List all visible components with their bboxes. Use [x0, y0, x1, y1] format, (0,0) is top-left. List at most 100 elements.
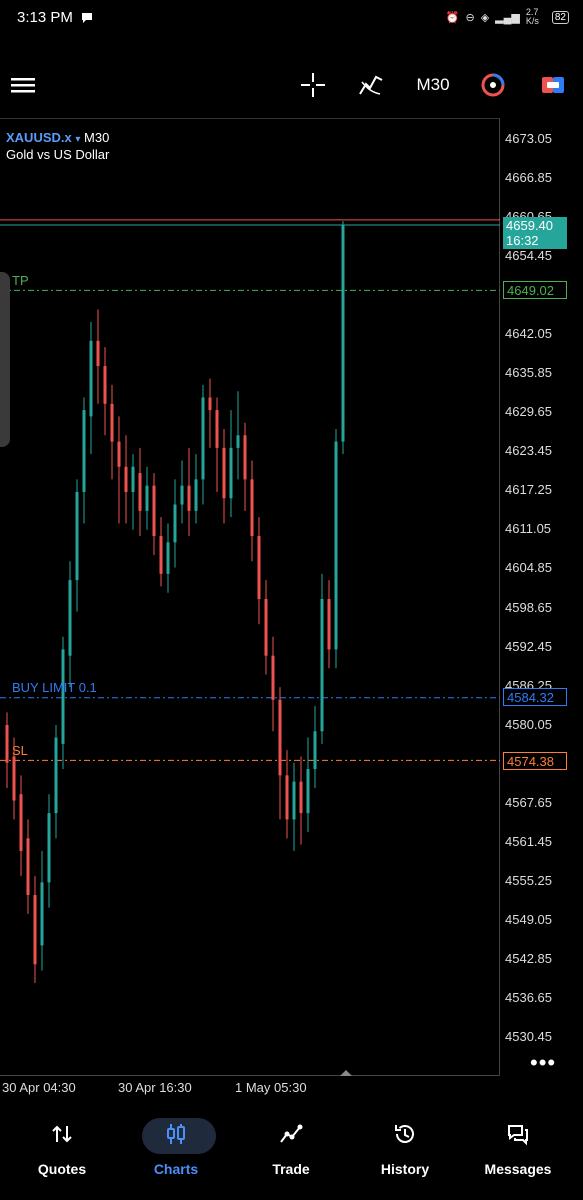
bear-candle — [271, 655, 275, 700]
bull-candle — [145, 485, 149, 511]
bear-candle — [33, 894, 37, 965]
candlesticks-icon — [167, 1124, 185, 1144]
crosshair-icon — [301, 73, 325, 97]
crosshair-button[interactable] — [298, 60, 328, 110]
bull-candle — [334, 441, 338, 650]
bear-candle — [12, 756, 16, 801]
buy-limit-price-tag[interactable]: 4584.32 — [503, 688, 567, 706]
current-price: 4659.40 — [506, 218, 553, 233]
bull-candle — [201, 397, 205, 480]
bear-candle — [26, 838, 30, 895]
indicators-icon — [359, 75, 383, 95]
symbol-description: Gold vs US Dollar — [6, 147, 110, 162]
current-price-tag: 4659.40 16:32 — [503, 217, 567, 249]
price-axis-label: 4542.85 — [505, 950, 552, 966]
nav-history[interactable]: History — [347, 1110, 463, 1200]
nav-label: History — [380, 1161, 430, 1177]
menu-button[interactable] — [8, 60, 38, 110]
trade-panel-button[interactable] — [538, 60, 568, 110]
bear-candle — [299, 781, 303, 814]
time-axis-label: 30 Apr 16:30 — [118, 1080, 192, 1095]
bear-candle — [19, 794, 23, 851]
one-click-trading-button[interactable] — [478, 60, 508, 110]
bear-candle — [222, 447, 226, 499]
price-axis-label: 4567.65 — [505, 794, 552, 810]
bear-candle — [327, 599, 331, 650]
nav-charts[interactable]: Charts — [118, 1110, 234, 1200]
price-axis-label: 4604.85 — [505, 560, 552, 576]
price-axis-label: 4598.65 — [505, 599, 552, 615]
tp-price-tag[interactable]: 4649.02 — [503, 281, 567, 299]
chart-symbol[interactable]: XAUUSD.x ▾ M30 — [6, 130, 109, 145]
chat-notification-icon — [82, 13, 92, 23]
candlestick-plot[interactable] — [0, 118, 500, 1076]
nav-label: Charts — [153, 1161, 199, 1177]
bull-candle — [292, 781, 296, 820]
bear-candle — [250, 479, 254, 537]
buy-limit-line-label: BUY LIMIT 0.1 — [12, 680, 97, 695]
price-axis-label: 4561.45 — [505, 833, 552, 849]
nav-trade[interactable]: Trade — [233, 1110, 349, 1200]
one-click-trading-icon — [481, 73, 505, 97]
battery-level: 82 — [551, 10, 569, 24]
price-axis-label: 4555.25 — [505, 872, 552, 888]
price-axis-label: 4642.05 — [505, 326, 552, 342]
bear-candle — [159, 536, 163, 574]
price-axis-label: 4623.45 — [505, 443, 552, 459]
side-panel-handle[interactable] — [0, 272, 10, 447]
nav-messages[interactable]: Messages — [460, 1110, 576, 1200]
bear-candle — [264, 599, 268, 656]
bear-candle — [208, 397, 212, 411]
bull-candle — [194, 479, 198, 511]
bar-countdown: 16:32 — [506, 233, 539, 248]
wifi-icon: ◈ — [480, 11, 490, 24]
sl-line-label: SL — [12, 743, 28, 758]
bear-candle — [110, 403, 114, 442]
bear-candle — [285, 775, 289, 820]
more-options-icon[interactable]: ••• — [530, 1050, 556, 1076]
bear-candle — [117, 441, 121, 467]
price-axis-label: 4629.65 — [505, 404, 552, 420]
price-axis-label: 4611.05 — [505, 521, 552, 537]
bull-candle — [131, 466, 135, 492]
nav-quotes[interactable]: Quotes — [4, 1110, 120, 1200]
nav-label: Quotes — [37, 1161, 87, 1177]
symbol-dropdown-icon: ▾ — [75, 134, 81, 145]
price-axis-label: 4654.45 — [505, 248, 552, 264]
bear-candle — [5, 724, 9, 763]
price-axis-label: 4580.05 — [505, 716, 552, 732]
arrows-updown-icon — [52, 1125, 72, 1143]
bear-candle — [124, 466, 128, 492]
bull-candle — [306, 769, 310, 814]
bear-candle — [257, 536, 261, 600]
price-axis-label: 4530.45 — [505, 1029, 552, 1044]
bull-candle — [229, 447, 233, 499]
indicators-button[interactable] — [356, 60, 386, 110]
bear-candle — [215, 410, 219, 448]
timeframe-button[interactable]: M30 — [412, 60, 454, 110]
bull-candle — [180, 485, 184, 505]
bull-candle — [40, 882, 44, 946]
price-axis-label: 4617.25 — [505, 482, 552, 498]
signal-icon: ▂▄▆ — [495, 11, 520, 24]
symbol-timeframe: M30 — [84, 130, 110, 145]
bull-candle — [68, 580, 72, 656]
bull-candle — [54, 737, 58, 814]
bull-candle — [341, 224, 345, 442]
bear-candle — [96, 340, 100, 367]
status-bar: 3:13 PM ⏰ ⊖ ◈ ▂▄▆ 2.7 K/s 82 — [0, 0, 583, 38]
sl-price-tag[interactable]: 4574.38 — [503, 752, 567, 770]
nav-label: Messages — [484, 1161, 552, 1177]
bear-candle — [138, 473, 142, 511]
price-axis-label: 4635.85 — [505, 365, 552, 381]
messages-icon — [508, 1125, 528, 1146]
price-axis-label: 4549.05 — [505, 911, 552, 927]
bull-candle — [320, 599, 324, 732]
bear-candle — [187, 485, 191, 511]
net-speed: 2.7 K/s — [525, 7, 539, 26]
scroll-to-end-icon[interactable] — [340, 1068, 352, 1076]
bear-candle — [243, 435, 247, 480]
price-axis-label: 4673.05 — [505, 131, 552, 146]
dnd-icon: ⊖ — [465, 11, 475, 24]
price-axis-label: 4536.65 — [505, 989, 552, 1005]
